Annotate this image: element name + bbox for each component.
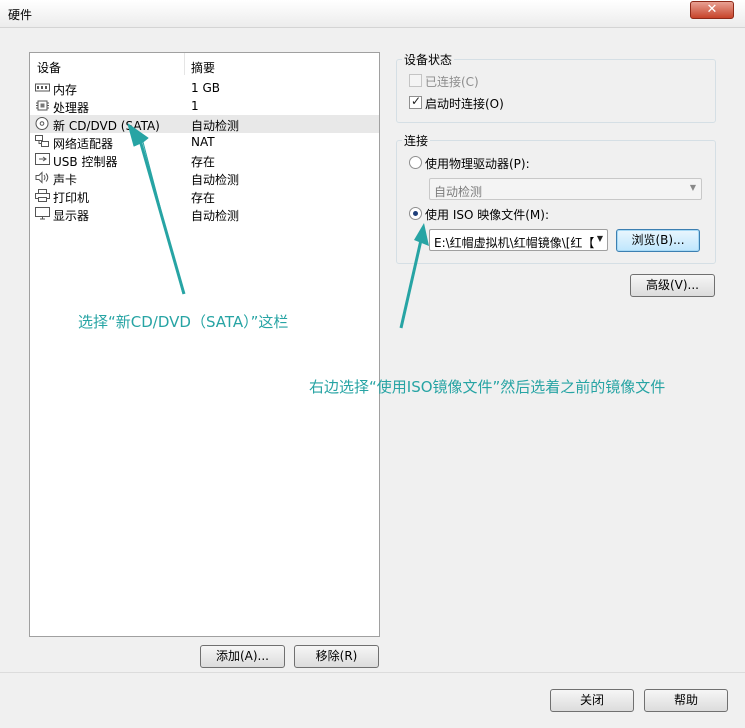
annotation-arrows	[127, 123, 429, 329]
right-annotation-arrow-head	[414, 223, 429, 246]
hardware-dialog: 硬件 ✕ 设备 摘要 内存 1 GB 处理器 1 新 CD/DVD (SATA)…	[0, 0, 745, 728]
right-annotation-text: 右边选择“使用ISO镜像文件”然后选着之前的镜像文件	[309, 378, 666, 396]
right-annotation-arrow-shaft	[399, 239, 423, 329]
left-annotation-arrow-shaft	[138, 139, 186, 295]
close-button[interactable]: 关闭	[550, 689, 634, 712]
left-annotation-arrow	[127, 123, 184, 295]
help-button[interactable]: 帮助	[644, 689, 728, 712]
left-annotation-text: 选择“新CD/DVD（SATA）”这栏	[78, 313, 289, 331]
